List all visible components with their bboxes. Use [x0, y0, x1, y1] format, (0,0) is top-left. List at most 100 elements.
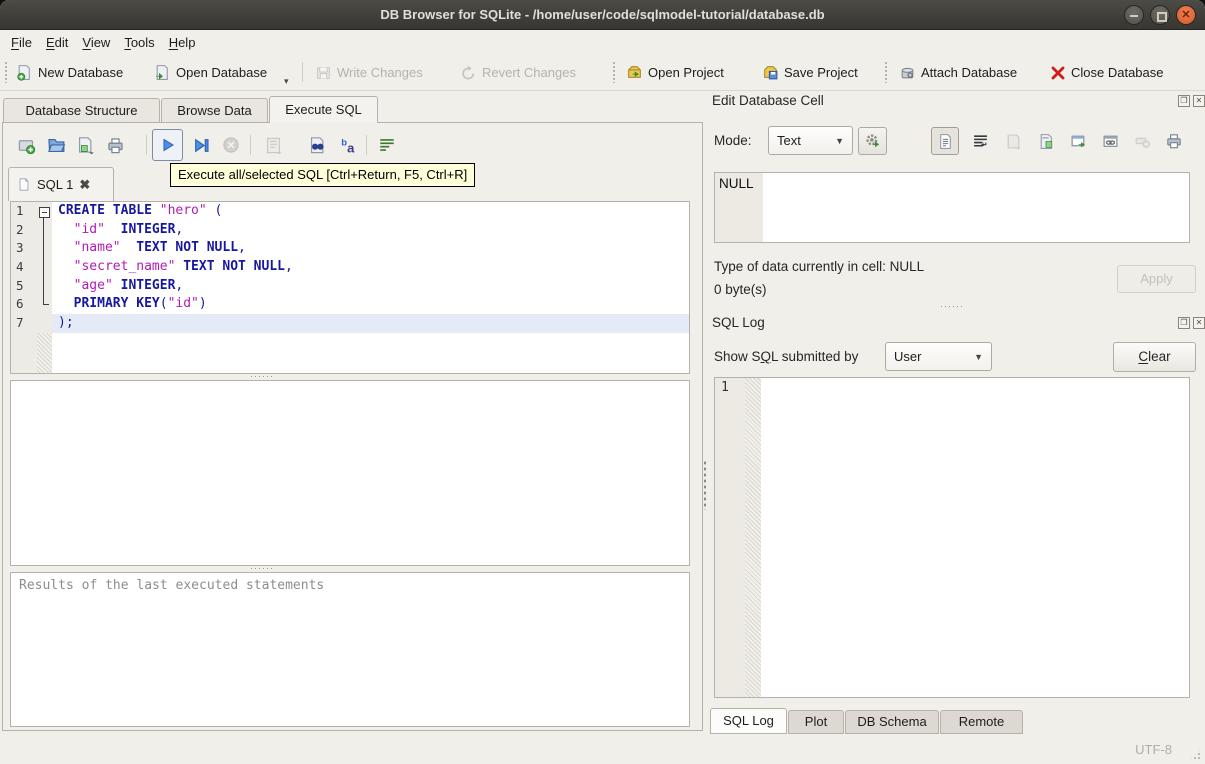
close-sql-tab-icon[interactable]: ✖ — [79, 177, 90, 193]
sql-log-filter-label: Show SQL submitted by — [714, 349, 859, 364]
apply-button[interactable]: Apply — [1117, 265, 1196, 293]
execute-sql-button[interactable] — [152, 129, 183, 161]
query-results-grid[interactable] — [10, 380, 690, 566]
import-cell-data-button[interactable] — [1001, 129, 1025, 153]
dock-tab-plot[interactable]: Plot — [788, 710, 844, 734]
revert-changes-button[interactable]: Revert Changes — [456, 60, 580, 85]
dock-tab-db-schema[interactable]: DB Schema — [845, 710, 939, 734]
open-database-icon — [154, 64, 171, 81]
open-in-external-app-button[interactable] — [1066, 129, 1090, 153]
save-project-button[interactable]: Save Project — [758, 60, 862, 85]
mode-value: Text — [777, 133, 801, 148]
code-line[interactable]: 1 CREATE TABLE "hero" ( — [11, 202, 689, 221]
stop-execution-button[interactable] — [218, 132, 244, 158]
sql-document-tab[interactable]: SQL 1 ✖ — [8, 167, 114, 201]
menu-tools[interactable]: Tools — [117, 32, 161, 53]
save-project-icon — [762, 64, 779, 81]
minimize-button[interactable] — [1124, 5, 1144, 25]
panel-splitter-handle[interactable] — [703, 460, 707, 510]
code-line[interactable]: 3 "name" TEXT NOT NULL, — [11, 239, 689, 258]
float-dock-icon[interactable]: ❐ — [1178, 317, 1190, 329]
status-bar: UTF-8 — [0, 734, 1205, 764]
sql-log-filter-select[interactable]: User ▼ — [885, 342, 992, 371]
code-line[interactable]: 5 "age" INTEGER, — [11, 276, 689, 296]
toolbar-drag-handle[interactable] — [884, 61, 889, 83]
open-project-button[interactable]: Open Project — [622, 60, 728, 85]
toolbar-drag-handle[interactable] — [4, 61, 9, 83]
open-database-dropdown-arrow[interactable]: ▾ — [284, 76, 289, 87]
log-gutter — [715, 378, 745, 697]
toolbar-drag-handle[interactable] — [612, 61, 617, 83]
sql-code-editor[interactable]: 1 CREATE TABLE "hero" (2 "id" INTEGER, 3 "… — [10, 201, 690, 374]
results-message-area[interactable]: Results of the last executed statements — [10, 572, 690, 727]
close-button[interactable] — [1176, 5, 1196, 25]
code-line[interactable]: 7); — [11, 314, 689, 333]
code-line[interactable]: 4 "secret_name" TEXT NOT NULL, — [11, 258, 689, 277]
new-sql-tab-button[interactable] — [13, 132, 39, 158]
dock-tab-remote[interactable]: Remote — [940, 710, 1023, 734]
svg-text:a: a — [347, 140, 355, 154]
link-cell-button[interactable] — [1098, 129, 1122, 153]
dock-tab-sql-log[interactable]: SQL Log — [710, 708, 787, 734]
window-controls — [1124, 5, 1196, 25]
sql-log-dock-buttons: ❐ ✕ — [1178, 317, 1205, 329]
sql-toolbar-separator — [366, 135, 367, 155]
revert-changes-icon — [460, 64, 477, 81]
open-sql-file-dropdown-button[interactable] — [72, 132, 98, 158]
fold-marker-icon[interactable] — [37, 202, 52, 221]
set-null-button[interactable] — [1130, 129, 1154, 153]
toolbar-separator — [302, 62, 303, 82]
open-sql-file-button[interactable] — [42, 132, 68, 158]
print-sql-button[interactable] — [102, 132, 128, 158]
titlebar[interactable]: DB Browser for SQLite - /home/user/code/… — [0, 0, 1205, 30]
new-database-icon — [16, 64, 33, 81]
execute-icon — [163, 138, 174, 152]
new-database-button[interactable]: New Database — [12, 60, 127, 85]
menu-edit[interactable]: Edit — [39, 32, 75, 53]
edit-cell-dock-buttons: ❐ ✕ — [1178, 95, 1205, 107]
execute-line-button[interactable] — [188, 132, 214, 158]
cell-value-editor[interactable]: NULL — [714, 172, 1190, 243]
sql-log-dock-title: SQL Log — [712, 315, 765, 330]
open-database-button[interactable]: Open Database — [150, 60, 271, 85]
resize-grip[interactable] — [1189, 748, 1202, 761]
results-placeholder: Results of the last executed statements — [19, 578, 325, 593]
menu-file[interactable]: File — [4, 32, 39, 53]
tab-execute-sql[interactable]: Execute SQL — [269, 96, 378, 123]
log-fold-hatch — [745, 378, 761, 697]
cell-value: NULL — [719, 176, 754, 191]
sql-log-view[interactable]: 1 — [714, 377, 1190, 698]
fold-guide — [37, 314, 52, 333]
code-line[interactable]: 6 PRIMARY KEY("id") — [11, 295, 689, 314]
clear-log-button[interactable]: Clear — [1113, 342, 1196, 372]
format-sql-button[interactable]: ba — [336, 132, 362, 158]
tab-browse-data[interactable]: Browse Data — [161, 98, 268, 123]
text-mode-icon-button[interactable] — [931, 127, 959, 155]
close-dock-icon[interactable]: ✕ — [1193, 317, 1205, 329]
mode-select[interactable]: Text ▼ — [768, 126, 853, 155]
attach-database-button[interactable]: Attach Database — [895, 60, 1021, 85]
close-database-button[interactable]: Close Database — [1046, 60, 1168, 85]
cell-size-info: 0 byte(s) — [714, 282, 767, 297]
sql-toolbar-separator — [250, 135, 251, 155]
print-cell-button[interactable] — [1162, 129, 1186, 153]
maximize-button[interactable] — [1150, 5, 1170, 25]
export-cell-data-button[interactable] — [1034, 129, 1058, 153]
float-dock-icon[interactable]: ❐ — [1178, 95, 1190, 107]
write-changes-button[interactable]: Write Changes — [311, 60, 427, 85]
sql-tab-label: SQL 1 — [37, 177, 74, 192]
auto-switch-mode-button[interactable] — [858, 127, 887, 155]
fold-guide — [37, 220, 52, 240]
save-results-button[interactable] — [260, 132, 286, 158]
word-wrap-button[interactable] — [374, 132, 400, 158]
code-line[interactable]: 2 "id" INTEGER, — [11, 220, 689, 240]
find-in-sql-button[interactable] — [304, 132, 330, 158]
menu-help[interactable]: Help — [162, 32, 203, 53]
dock-splitter-handle[interactable]: ······ — [940, 302, 964, 311]
close-dock-icon[interactable]: ✕ — [1193, 95, 1205, 107]
word-wrap-cell-button[interactable] — [968, 129, 992, 153]
fold-margin-hatch — [37, 333, 52, 373]
encoding-indicator[interactable]: UTF-8 — [1135, 742, 1172, 757]
menu-view[interactable]: View — [75, 32, 117, 53]
tab-database-structure[interactable]: Database Structure — [3, 98, 160, 123]
